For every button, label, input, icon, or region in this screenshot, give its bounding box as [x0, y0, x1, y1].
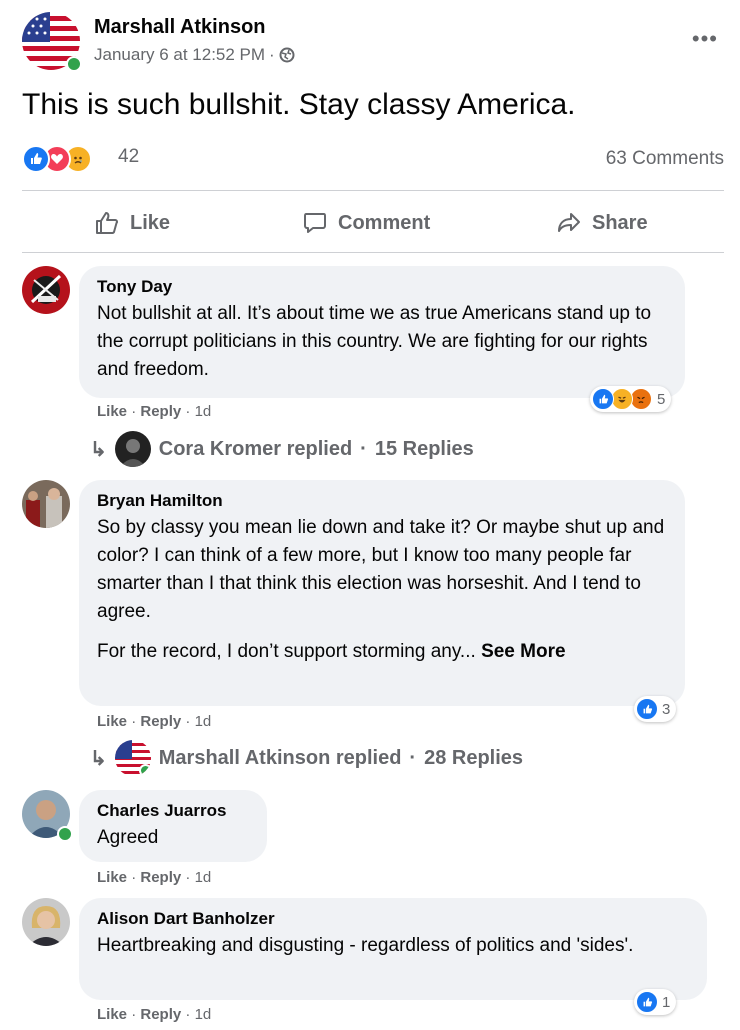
- replies-count: 15 Replies: [374, 437, 474, 460]
- replies-count: 28 Replies: [424, 746, 524, 769]
- avatar-image: [114, 431, 151, 467]
- share-icon: [558, 213, 580, 232]
- comment-text: Not bullshit at all. It’s about time we …: [97, 303, 652, 380]
- comment-time[interactable]: 1d: [195, 713, 212, 730]
- comment-time[interactable]: 1d: [195, 1006, 212, 1023]
- angry-icon: [630, 388, 652, 410]
- comment-reactions-badge[interactable]: 3: [634, 696, 677, 722]
- comment-like-link[interactable]: Like: [97, 1006, 127, 1023]
- comment-bubble: Tony Day Not bullshit at all. It’s about…: [79, 266, 685, 398]
- like-icon: [22, 145, 50, 173]
- post-header: Marshall Atkinson January 6 at 12:52 PM …: [22, 12, 722, 74]
- reply-arrow-icon: ↳: [90, 438, 107, 461]
- like-icon: [636, 698, 658, 720]
- action-bar: Like Comment Share: [22, 197, 724, 249]
- meta-separator: ·: [269, 45, 275, 64]
- comment-reply-link[interactable]: Reply: [140, 869, 181, 886]
- comment-time[interactable]: 1d: [195, 869, 212, 886]
- reaction-count: 1: [662, 993, 671, 1011]
- comment-reactions-badge[interactable]: 5: [590, 386, 672, 412]
- comment-actions: Like · Reply · 1d: [97, 713, 212, 730]
- thumbs-up-icon: [96, 212, 118, 234]
- comment-text: So by classy you mean lie down and take …: [97, 517, 665, 622]
- comment-bubble: Charles Juarros Agreed: [79, 790, 267, 862]
- divider: [22, 190, 724, 191]
- avatar-image: [22, 898, 70, 946]
- avatar[interactable]: [22, 898, 70, 946]
- reaction-count: 5: [657, 390, 666, 408]
- divider: [22, 252, 724, 253]
- globe-icon: [279, 47, 295, 63]
- comment-actions: Like · Reply · 1d: [97, 869, 212, 886]
- more-options-icon[interactable]: •••: [692, 26, 718, 52]
- comment-like-link[interactable]: Like: [97, 869, 127, 886]
- view-replies-link[interactable]: ↳ Marshall Atkinson replied · 28 Replies: [90, 740, 523, 776]
- replier-name: Cora Kromer replied: [158, 437, 353, 460]
- comment-author[interactable]: Bryan Hamilton: [97, 490, 667, 512]
- comment-bubble: Bryan Hamilton So by classy you mean lie…: [79, 480, 685, 706]
- online-status-icon: [66, 56, 82, 72]
- comment-like-link[interactable]: Like: [97, 713, 127, 730]
- comment-text-part: For the record, I don’t support storming…: [97, 641, 476, 662]
- like-label: Like: [130, 211, 171, 234]
- avatar-image: [22, 480, 70, 528]
- post-author-name[interactable]: Marshall Atkinson: [94, 16, 266, 39]
- comment-text: Heartbreaking and disgusting - regardles…: [97, 935, 634, 956]
- share-button[interactable]: Share: [556, 197, 648, 249]
- reaction-icons[interactable]: [22, 145, 92, 173]
- like-icon: [636, 991, 658, 1013]
- comment-actions: Like · Reply · 1d: [97, 1006, 212, 1023]
- reply-arrow-icon: ↳: [90, 747, 107, 770]
- avatar[interactable]: [22, 480, 70, 528]
- comment-text: Agreed: [97, 827, 159, 848]
- online-status-icon: [57, 826, 73, 842]
- reactions-summary: 42 63 Comments: [22, 143, 724, 175]
- avatar-image: [22, 266, 70, 314]
- comment-label: Comment: [338, 211, 431, 234]
- comment-author[interactable]: Alison Dart Banholzer: [97, 908, 689, 930]
- avatar[interactable]: [22, 266, 70, 314]
- comment-author[interactable]: Tony Day: [97, 276, 667, 298]
- comment-reply-link[interactable]: Reply: [140, 1006, 181, 1023]
- post-date[interactable]: January 6 at 12:52 PM: [94, 45, 265, 65]
- post-meta: January 6 at 12:52 PM ·: [94, 45, 295, 65]
- comment-bubble: Alison Dart Banholzer Heartbreaking and …: [79, 898, 707, 1000]
- avatar: [114, 431, 151, 467]
- reaction-count[interactable]: 42: [118, 146, 139, 168]
- comment-author[interactable]: Charles Juarros: [97, 800, 249, 822]
- comment-reply-link[interactable]: Reply: [140, 713, 181, 730]
- see-more-link[interactable]: See More: [481, 641, 565, 662]
- online-status-icon: [138, 764, 151, 776]
- share-label: Share: [592, 211, 648, 234]
- like-button[interactable]: Like: [94, 197, 170, 249]
- like-icon: [592, 388, 614, 410]
- view-replies-link[interactable]: ↳ Cora Kromer replied · 15 Replies: [90, 431, 474, 467]
- comment-text-continued: For the record, I don’t support storming…: [97, 638, 667, 666]
- comments-count[interactable]: 63 Comments: [606, 148, 724, 170]
- replier-name: Marshall Atkinson replied: [158, 746, 402, 769]
- comment-reactions-badge[interactable]: 1: [634, 989, 677, 1015]
- comment-like-link[interactable]: Like: [97, 403, 127, 420]
- post-text: This is such bullshit. Stay classy Ameri…: [22, 88, 576, 121]
- reaction-count: 3: [662, 700, 671, 718]
- comment-time[interactable]: 1d: [195, 403, 212, 420]
- avatar: [114, 740, 151, 776]
- comment-icon: [304, 213, 326, 233]
- comment-reply-link[interactable]: Reply: [140, 403, 181, 420]
- comment-actions: Like · Reply · 1d: [97, 403, 212, 420]
- haha-icon: [611, 388, 633, 410]
- comment-button[interactable]: Comment: [302, 197, 430, 249]
